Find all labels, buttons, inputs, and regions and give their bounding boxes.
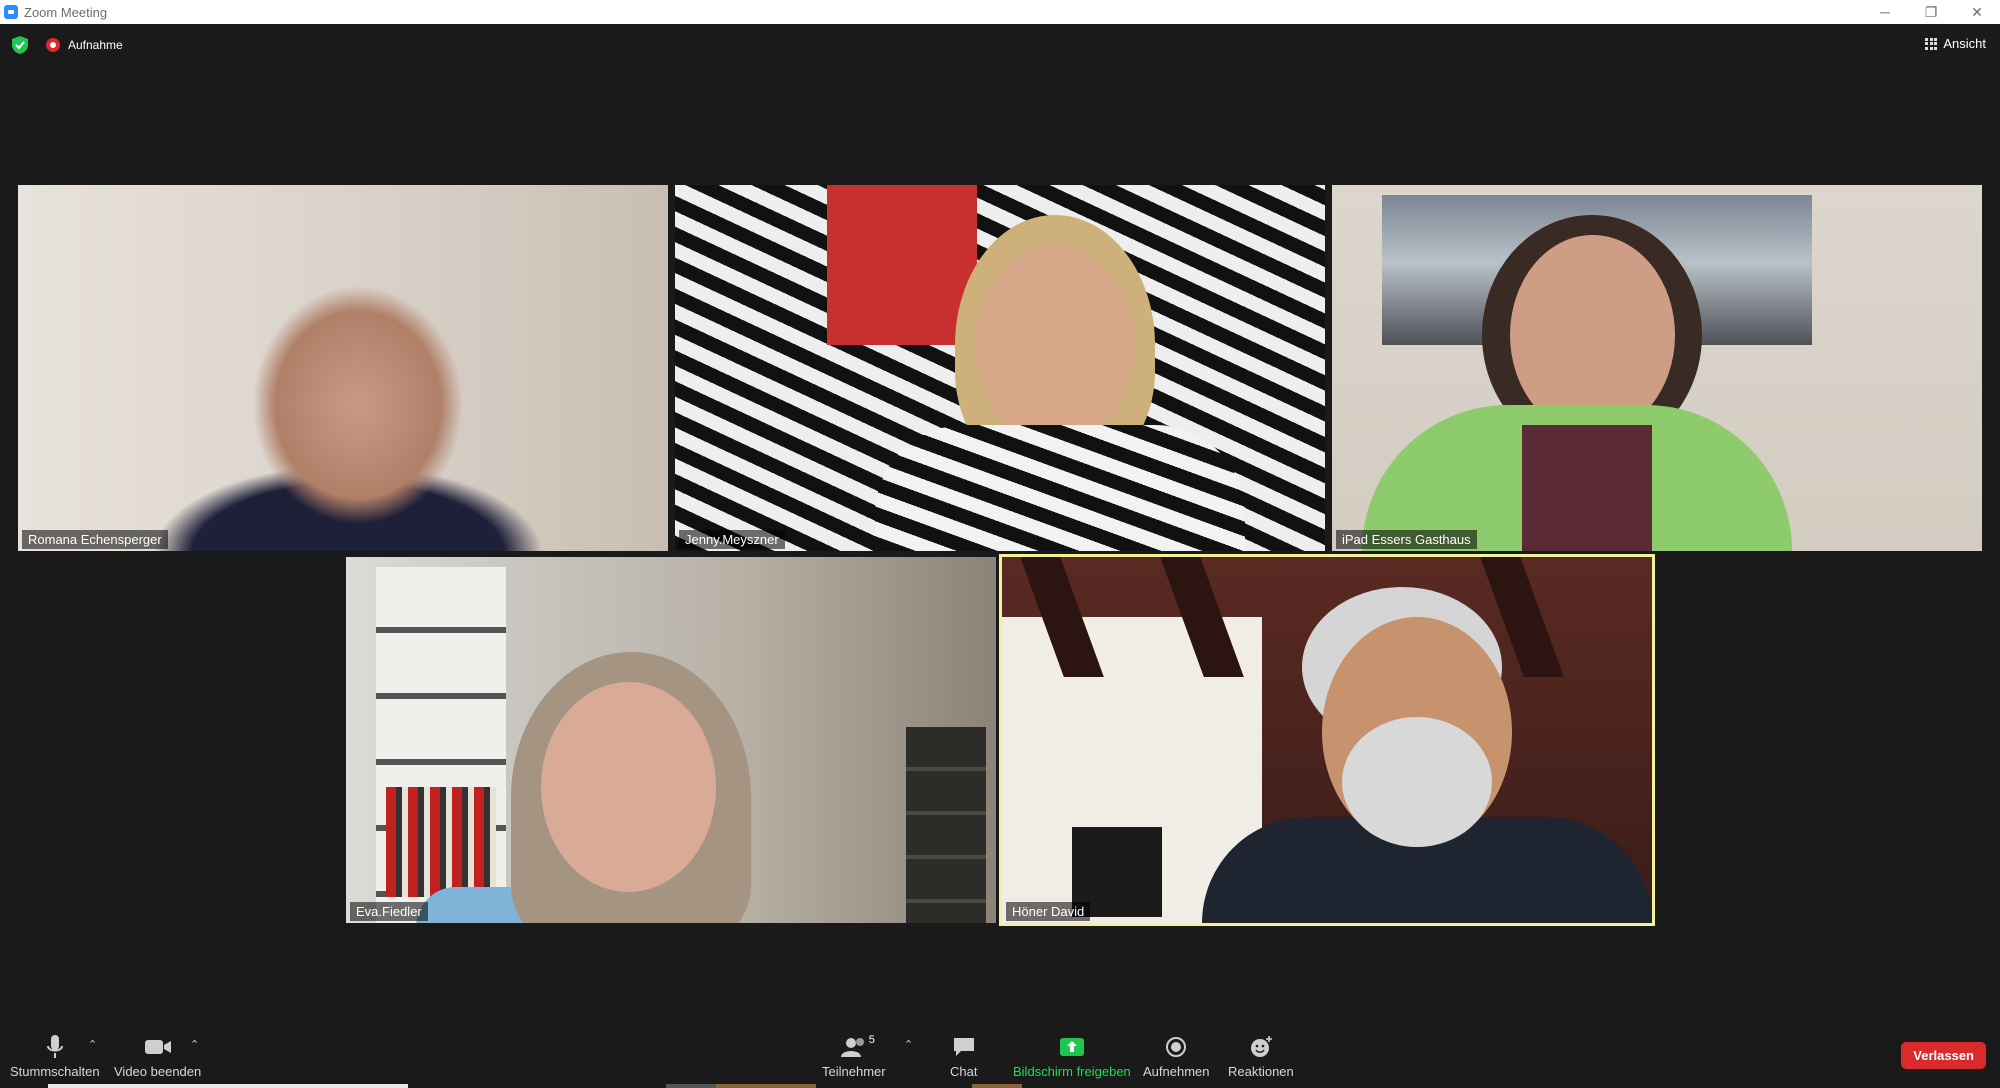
taskbar-segment	[972, 1084, 1022, 1088]
video-tile-active-speaker[interactable]: Höner David	[999, 554, 1655, 926]
view-button[interactable]: Ansicht	[1925, 36, 1986, 51]
smiley-add-icon	[1249, 1034, 1273, 1060]
participant-name: Romana Echensperger	[22, 530, 168, 549]
chat-bubble-icon	[952, 1034, 976, 1060]
video-tile-participant-3[interactable]: iPad Essers Gasthaus	[1332, 185, 1982, 551]
video-tile-participant-2[interactable]: Jenny.Meyszner	[675, 185, 1325, 551]
participant-face	[541, 682, 716, 892]
wall-poster	[827, 185, 977, 345]
taskbar-segment	[666, 1084, 716, 1088]
participant-name: Höner David	[1006, 902, 1091, 921]
participants-label: Teilnehmer	[822, 1064, 886, 1079]
record-label: Aufnehmen	[1143, 1064, 1210, 1079]
video-options-chevron-icon[interactable]: ⌃	[190, 1038, 199, 1051]
leave-meeting-button[interactable]: Verlassen	[1901, 1042, 1986, 1069]
taskbar-segment	[716, 1084, 816, 1088]
participant-beard	[1342, 717, 1492, 847]
participant-name: Eva.Fiedler	[350, 902, 428, 921]
recording-label: Aufnahme	[68, 38, 123, 52]
video-camera-icon	[144, 1034, 172, 1060]
record-button[interactable]: Aufnehmen	[1143, 1034, 1210, 1079]
share-screen-button[interactable]: Bildschirm freigeben	[1013, 1034, 1131, 1079]
participants-options-chevron-icon[interactable]: ⌃	[904, 1038, 913, 1051]
video-tile-participant-1[interactable]: Romana Echensperger	[18, 185, 668, 551]
recording-dot-icon	[46, 38, 60, 52]
participant-shirt	[875, 425, 1245, 551]
zoom-app-icon	[4, 5, 18, 19]
restore-button[interactable]: ❐	[1908, 0, 1954, 24]
grid-view-icon	[1925, 37, 1938, 50]
window-title: Zoom Meeting	[24, 4, 108, 20]
minimize-button[interactable]: ─	[1862, 0, 1908, 24]
participants-count: 5	[868, 1034, 875, 1046]
video-tile-participant-4[interactable]: Eva.Fiedler	[346, 557, 996, 923]
meeting-toolbar: Stummschalten ⌃ Video beenden ⌃ 5 Teilne…	[0, 1022, 2000, 1088]
mute-label: Stummschalten	[10, 1064, 100, 1079]
bookshelf-right	[906, 727, 986, 923]
share-screen-label: Bildschirm freigeben	[1013, 1064, 1131, 1079]
share-screen-icon	[1059, 1034, 1085, 1060]
stop-video-label: Video beenden	[114, 1064, 202, 1079]
record-icon	[1165, 1034, 1187, 1060]
close-button[interactable]: ✕	[1954, 0, 2000, 24]
reactions-button[interactable]: Reaktionen	[1228, 1034, 1294, 1079]
participant-name: iPad Essers Gasthaus	[1336, 530, 1477, 549]
view-label: Ansicht	[1943, 36, 1986, 51]
encryption-shield-icon[interactable]	[12, 36, 28, 54]
chat-button[interactable]: Chat	[950, 1034, 977, 1079]
participants-button[interactable]: 5 Teilnehmer	[822, 1034, 886, 1079]
reactions-label: Reaktionen	[1228, 1064, 1294, 1079]
books	[386, 787, 496, 897]
participants-icon: 5	[840, 1034, 875, 1060]
audio-options-chevron-icon[interactable]: ⌃	[88, 1038, 97, 1051]
microphone-icon	[45, 1034, 65, 1060]
participant-name: Jenny.Meyszner	[679, 530, 785, 549]
window-controls: ─ ❐ ✕	[1862, 0, 2000, 24]
stop-video-button[interactable]: Video beenden	[114, 1034, 201, 1079]
taskbar-strip	[48, 1084, 408, 1088]
window-titlebar: Zoom Meeting ─ ❐ ✕	[0, 0, 2000, 24]
chat-label: Chat	[950, 1064, 978, 1079]
meeting-top-strip: Aufnahme Ansicht	[0, 24, 2000, 66]
participant-face	[975, 245, 1135, 445]
mute-button[interactable]: Stummschalten	[10, 1034, 100, 1079]
participant-shirt	[1522, 425, 1652, 551]
recording-indicator[interactable]: Aufnahme	[46, 38, 123, 52]
